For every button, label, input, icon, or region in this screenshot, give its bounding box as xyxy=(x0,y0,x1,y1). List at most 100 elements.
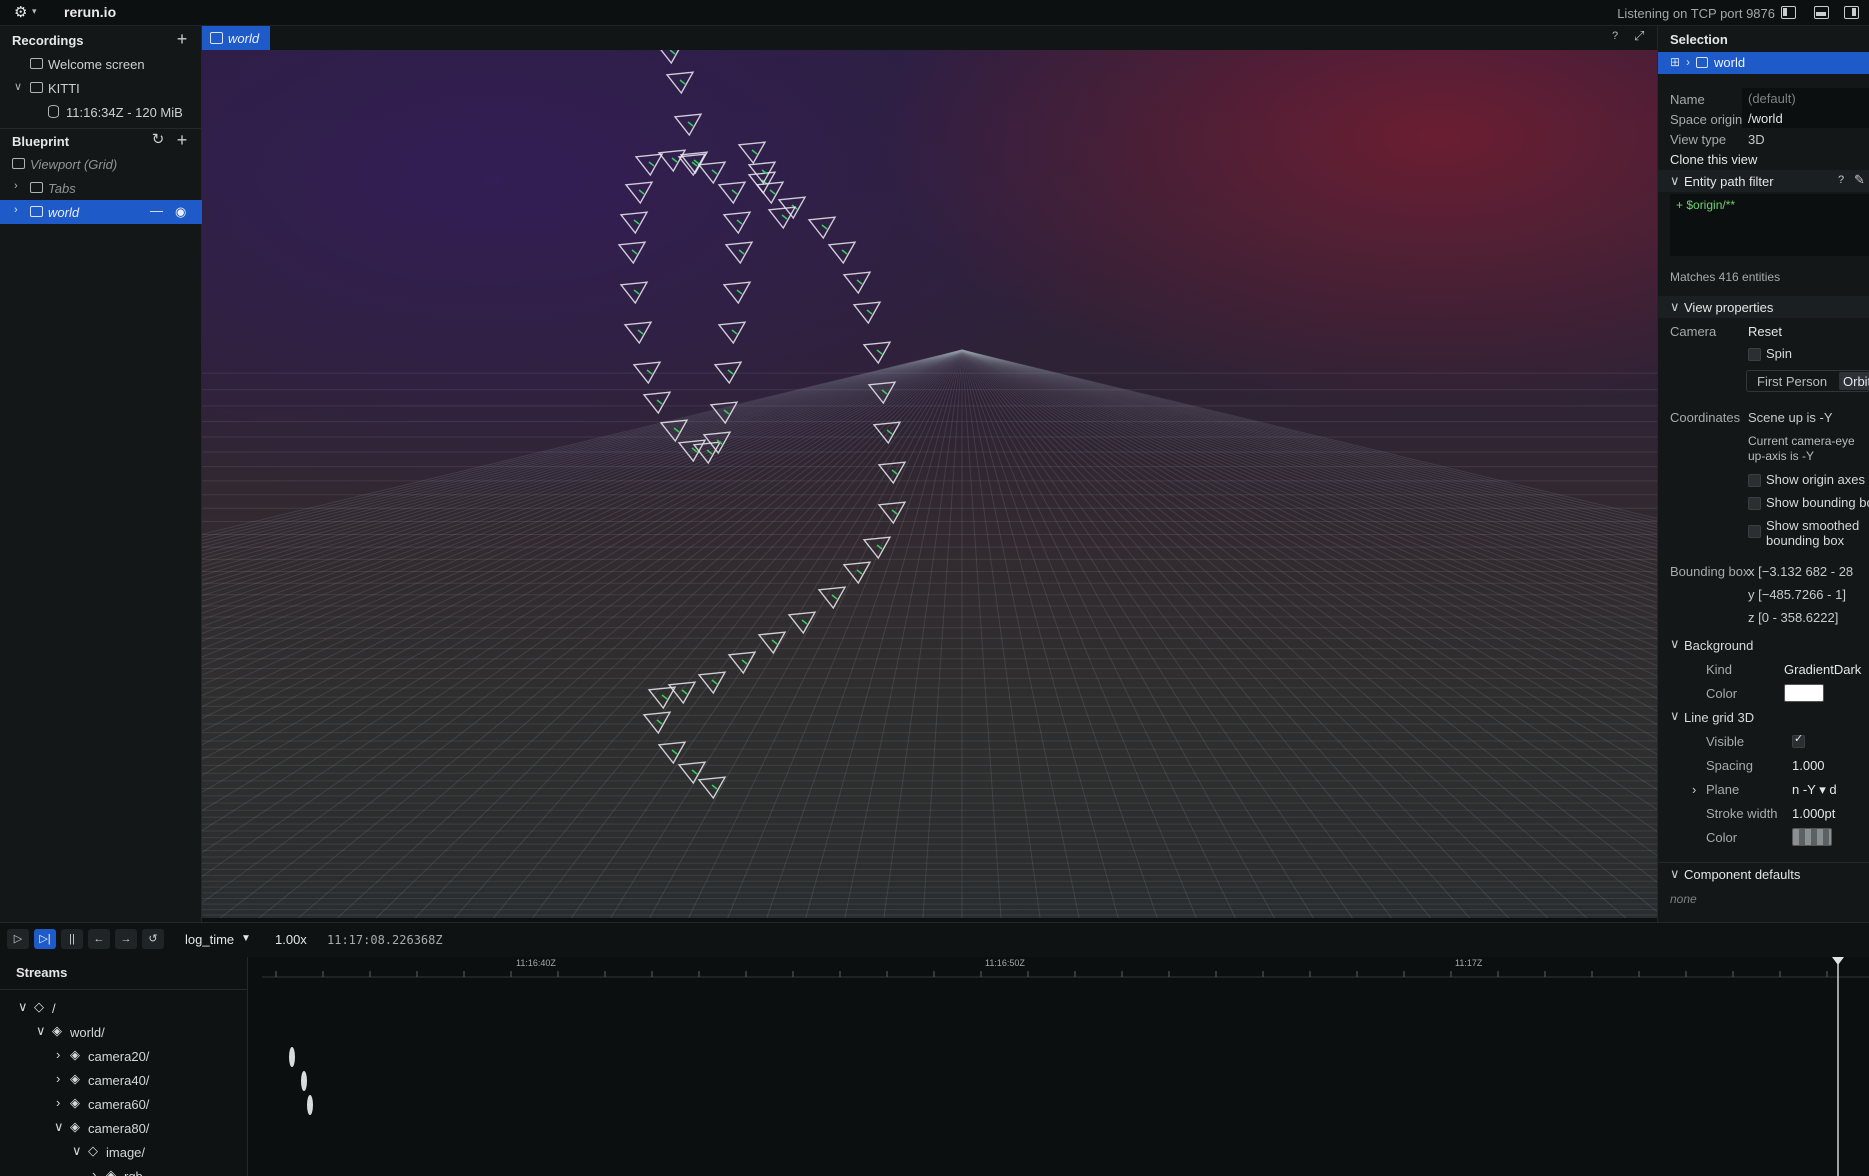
follow-icon[interactable]: ▷| xyxy=(34,929,56,949)
camera-frustum[interactable] xyxy=(827,241,857,265)
camera-frustum[interactable] xyxy=(737,141,767,165)
camera-frustum[interactable] xyxy=(657,50,683,65)
camera-frustum[interactable] xyxy=(673,113,703,137)
minimize-view-icon[interactable]: ⤢ xyxy=(1634,28,1644,44)
line-grid-section-title[interactable]: Line grid 3D xyxy=(1684,710,1754,725)
show-bounding-box-checkbox[interactable] xyxy=(1748,497,1761,510)
camera-frustum[interactable] xyxy=(842,271,872,295)
recording-kitti-session[interactable]: 11:16:34Z - 120 MiB xyxy=(0,100,202,124)
add-recording-icon[interactable]: + xyxy=(173,30,191,48)
grid-container-icon[interactable]: ⊞ xyxy=(1670,55,1680,69)
background-section-title[interactable]: Background xyxy=(1684,638,1753,653)
camera-frustum[interactable] xyxy=(657,741,687,765)
chevron-down-icon[interactable]: ▾ xyxy=(32,6,37,17)
chevron-down-icon[interactable]: ∨ xyxy=(1670,173,1680,189)
camera-frustum[interactable] xyxy=(634,153,664,177)
plane-value[interactable]: n -Y ▾ d xyxy=(1792,782,1837,798)
camera-frustum[interactable] xyxy=(619,211,649,235)
pause-icon[interactable]: || xyxy=(61,929,83,949)
chevron-right-icon[interactable]: › xyxy=(56,1047,60,1062)
camera-frustum[interactable] xyxy=(842,561,872,585)
chevron-down-icon[interactable]: ∨ xyxy=(1670,636,1680,652)
camera-frustum[interactable] xyxy=(632,361,662,385)
camera-frustum[interactable] xyxy=(767,206,797,230)
camera-trajectory[interactable] xyxy=(202,50,1657,918)
blueprint-viewport-grid[interactable]: Viewport (Grid) xyxy=(0,152,202,176)
camera-frustum[interactable] xyxy=(617,241,647,265)
chevron-right-icon[interactable]: › xyxy=(92,1167,96,1176)
playback-speed[interactable]: 1.00x xyxy=(275,932,307,947)
camera-frustum[interactable] xyxy=(647,686,677,710)
chevron-down-icon[interactable]: ∨ xyxy=(72,1143,82,1159)
camera-frustum[interactable] xyxy=(722,211,752,235)
timeline-selector[interactable]: log_time xyxy=(185,932,234,947)
camera-frustum[interactable] xyxy=(717,181,747,205)
chevron-down-icon[interactable]: ∨ xyxy=(1670,708,1680,724)
chevron-right-icon[interactable]: › xyxy=(14,180,18,192)
camera-frustum[interactable] xyxy=(667,681,697,705)
time-cursor-handle[interactable] xyxy=(1832,957,1844,965)
space-origin-input[interactable]: /world xyxy=(1742,108,1869,128)
camera-frustum[interactable] xyxy=(717,321,747,345)
camera-frustum[interactable] xyxy=(619,281,649,305)
entity-filter-editor[interactable]: + $origin/** xyxy=(1670,194,1869,256)
camera-frustum[interactable] xyxy=(872,421,902,445)
camera-frustum[interactable] xyxy=(642,711,672,735)
clone-view-button[interactable]: Clone this view xyxy=(1670,152,1757,167)
toggle-right-panel-icon[interactable] xyxy=(1844,6,1859,19)
camera-frustum[interactable] xyxy=(697,776,727,800)
help-icon[interactable]: ? xyxy=(1838,174,1844,186)
stream-event-marker[interactable] xyxy=(307,1095,313,1115)
grid-color-swatch[interactable] xyxy=(1792,828,1832,846)
kind-dropdown[interactable]: GradientDark xyxy=(1784,662,1861,677)
camera-frustum[interactable] xyxy=(877,461,907,485)
play-icon[interactable]: ▷ xyxy=(7,929,29,949)
edit-pencil-icon[interactable]: ✎ xyxy=(1854,172,1865,188)
camera-frustum[interactable] xyxy=(724,241,754,265)
first-person-button[interactable]: First Person xyxy=(1757,374,1827,389)
camera-frustum[interactable] xyxy=(624,181,654,205)
camera-frustum[interactable] xyxy=(709,401,739,425)
chevron-down-icon[interactable]: ∨ xyxy=(54,1119,64,1135)
timeline-area[interactable]: 11:16:40Z 11:16:50Z 11:17Z xyxy=(248,957,1869,1176)
entity-filter-header[interactable]: ∨ Entity path filter ? ✎ xyxy=(1658,170,1869,192)
blueprint-world-view[interactable]: › world — ◉ xyxy=(0,200,202,224)
chevron-down-icon[interactable]: ∨ xyxy=(18,999,28,1015)
current-time[interactable]: 11:17:08.226368Z xyxy=(327,933,443,947)
toggle-bottom-panel-icon[interactable] xyxy=(1814,6,1829,19)
tab-world[interactable]: world xyxy=(202,26,270,50)
spacing-value[interactable]: 1.000 xyxy=(1792,758,1825,773)
camera-frustum[interactable] xyxy=(713,361,743,385)
recording-welcome-screen[interactable]: Welcome screen xyxy=(0,52,202,76)
remove-icon[interactable]: — xyxy=(150,203,163,218)
blueprint-tabs[interactable]: › Tabs xyxy=(0,176,202,200)
camera-frustum[interactable] xyxy=(677,439,707,463)
component-defaults-header[interactable]: ∨ Component defaults xyxy=(1658,862,1869,884)
stream-event-marker[interactable] xyxy=(301,1071,307,1091)
camera-frustum[interactable] xyxy=(877,501,907,525)
stroke-width-value[interactable]: 1.000pt xyxy=(1792,806,1835,821)
camera-frustum[interactable] xyxy=(697,161,727,185)
chevron-right-icon[interactable]: › xyxy=(56,1071,60,1086)
camera-frustum[interactable] xyxy=(852,301,882,325)
chevron-down-icon[interactable]: ∨ xyxy=(36,1023,46,1039)
show-origin-axes-checkbox[interactable] xyxy=(1748,474,1761,487)
toggle-left-panel-icon[interactable] xyxy=(1781,6,1796,19)
step-forward-icon[interactable]: → xyxy=(115,929,137,949)
selection-breadcrumb[interactable]: ⊞ › world xyxy=(1658,52,1869,74)
camera-frustum[interactable] xyxy=(787,611,817,635)
recording-kitti[interactable]: ∨ KITTI xyxy=(0,76,202,100)
spin-checkbox[interactable] xyxy=(1748,348,1761,361)
orbital-button[interactable]: Orbital xyxy=(1839,372,1869,390)
reset-blueprint-icon[interactable]: ↻ xyxy=(149,131,167,149)
chevron-down-icon[interactable]: ▼ xyxy=(241,933,251,944)
bg-color-swatch[interactable] xyxy=(1784,684,1824,702)
chevron-right-icon[interactable]: › xyxy=(1692,782,1696,797)
camera-frustum[interactable] xyxy=(659,419,689,443)
view-properties-header[interactable]: ∨ View properties xyxy=(1658,296,1869,318)
chevron-down-icon[interactable]: ∨ xyxy=(1670,866,1680,882)
show-smoothed-bbox-checkbox[interactable] xyxy=(1748,525,1761,538)
camera-frustum[interactable] xyxy=(665,71,695,95)
eye-visibility-icon[interactable]: ◉ xyxy=(175,204,186,220)
chevron-right-icon[interactable]: › xyxy=(56,1095,60,1110)
